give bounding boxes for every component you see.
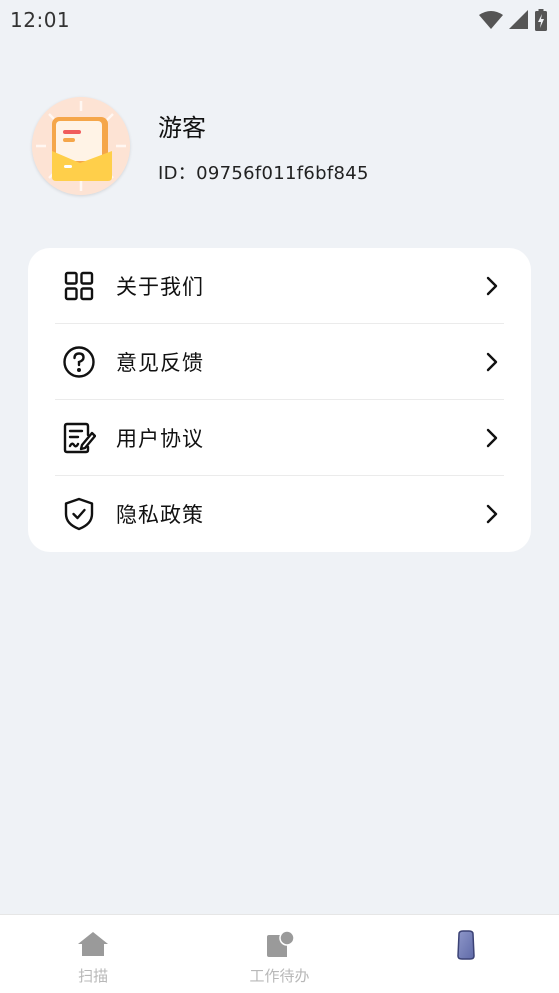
house-icon <box>78 932 109 956</box>
document-edit-icon <box>61 420 97 456</box>
avatar[interactable] <box>32 97 130 195</box>
chevron-right-icon <box>486 504 498 524</box>
chevron-right-icon <box>486 276 498 295</box>
tab-scan-label: 扫描 <box>78 967 109 985</box>
menu-item-label: 用户协议 <box>116 426 204 451</box>
profile-info: 游客 ID：09756f011f6bf845 <box>158 108 369 185</box>
profile-name: 游客 <box>158 113 206 142</box>
grid-icon <box>61 268 97 304</box>
menu-item-feedback[interactable]: 意见反馈 <box>55 324 504 400</box>
shield-check-icon <box>61 496 97 532</box>
chevron-right-icon <box>486 352 498 371</box>
profile-icon <box>457 930 475 960</box>
chevron-right-icon <box>486 428 498 447</box>
menu-item-label: 隐私政策 <box>116 503 204 527</box>
tab-work-todo[interactable]: 工作待办 <box>186 915 372 993</box>
folder-mail-icon <box>32 97 130 195</box>
status-time: 12:01 <box>10 8 71 32</box>
profile-id: ID：09756f011f6bf845 <box>158 162 369 184</box>
note-icon <box>267 930 296 957</box>
status-bar: 12:01 <box>0 0 559 40</box>
question-circle-icon <box>61 344 97 380</box>
bottom-nav: 扫描 工作待办 <box>0 914 559 993</box>
menu-item-privacy-policy[interactable]: 隐私政策 <box>55 476 504 552</box>
battery-icon <box>535 9 547 31</box>
tab-work-todo-label: 工作待办 <box>249 967 310 985</box>
wifi-icon <box>479 11 503 29</box>
profile-header: 游客 ID：09756f011f6bf845 <box>32 96 369 196</box>
menu-item-about-us[interactable]: 关于我们 <box>55 248 504 324</box>
tab-scan[interactable]: 扫描 <box>0 915 186 993</box>
menu-card: 关于我们 意见反馈 用户协议 隐私政策 <box>28 248 531 552</box>
menu-item-user-agreement[interactable]: 用户协议 <box>55 400 504 476</box>
menu-item-label: 关于我们 <box>116 274 204 299</box>
status-icons <box>479 9 547 31</box>
cell-signal-icon <box>509 10 528 29</box>
menu-item-label: 意见反馈 <box>116 350 204 375</box>
tab-profile[interactable] <box>373 915 559 993</box>
